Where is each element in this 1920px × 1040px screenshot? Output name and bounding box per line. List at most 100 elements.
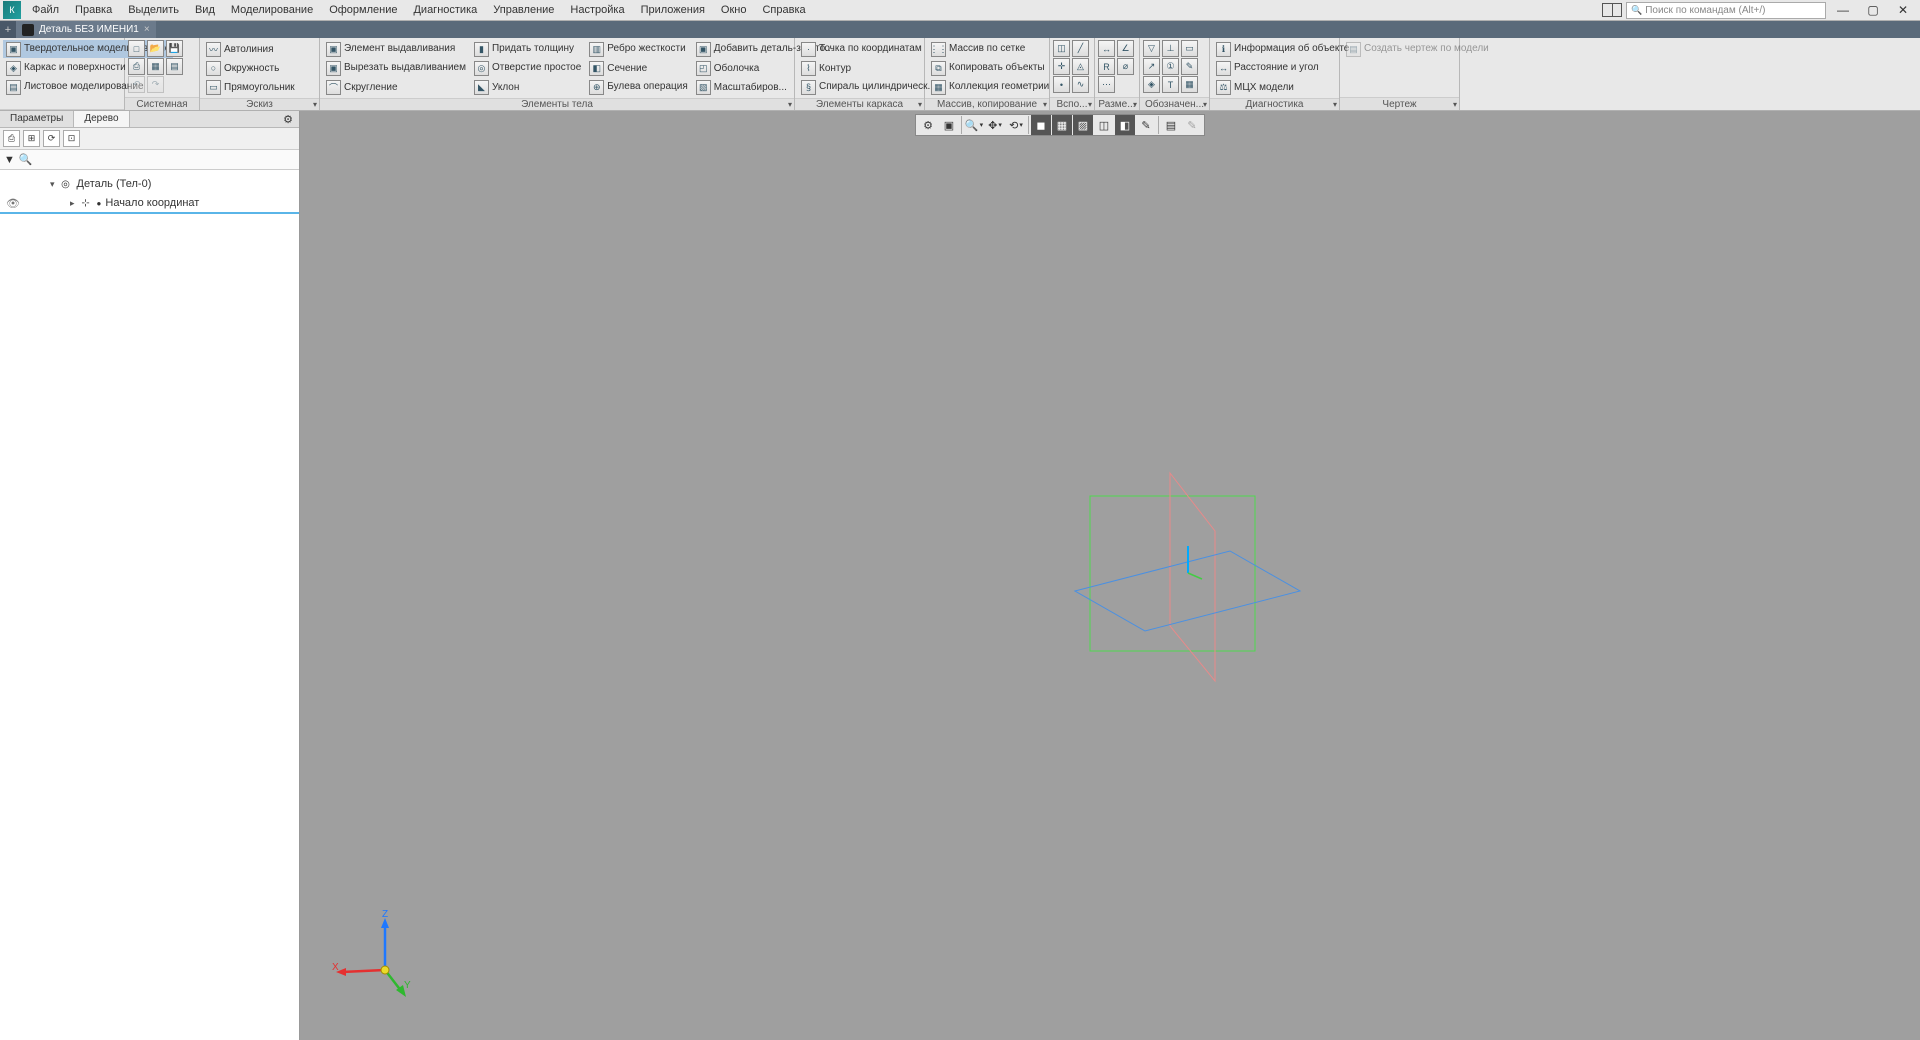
collapse-icon[interactable]: ▾ (50, 179, 55, 190)
expand-icon[interactable]: ▸ (70, 198, 75, 209)
viewport-3d[interactable]: ⚙ ▣ 🔍 ✥ ⟲ ◼ ▦ ▨ ◫ ◧ ✎ ▤ ✎ Z X Y (300, 111, 1920, 1040)
close-button[interactable]: ✕ (1890, 2, 1916, 19)
menu-design[interactable]: Оформление (321, 1, 405, 19)
tree-filter-input[interactable] (37, 153, 295, 167)
tab-close-icon[interactable]: × (144, 24, 150, 35)
cmd-fillet[interactable]: ⌒Скругление (323, 78, 469, 96)
vt-pan-icon[interactable]: ✥ (985, 115, 1005, 135)
vt-shaded-icon[interactable]: ◼ (1031, 115, 1051, 135)
menu-window[interactable]: Окно (713, 1, 755, 19)
properties-icon[interactable]: ▤ (166, 58, 183, 75)
cmd-mass-props[interactable]: ⚖МЦХ модели (1213, 78, 1352, 96)
sym-tol-icon[interactable]: ▭ (1181, 40, 1198, 57)
layout-toggle-icon[interactable] (1602, 3, 1622, 17)
sym-mark-icon[interactable]: ✎ (1181, 58, 1198, 75)
redo-icon[interactable]: ↷ (147, 76, 164, 93)
menu-apps[interactable]: Приложения (633, 1, 713, 19)
cmd-extrude[interactable]: ▣Элемент выдавливания (323, 40, 469, 58)
aux-surf-icon[interactable]: ◬ (1072, 58, 1089, 75)
cmd-rectangle[interactable]: ▭Прямоугольник (203, 78, 298, 96)
vt-settings-icon[interactable]: ⚙ (918, 115, 938, 135)
menu-settings[interactable]: Настройка (562, 1, 632, 19)
vt-section-icon[interactable]: ◧ (1115, 115, 1135, 135)
cmd-hole[interactable]: ◎Отверстие простое (471, 59, 584, 77)
cmd-thicken[interactable]: ▮Придать толщину (471, 40, 584, 58)
search-small-icon[interactable]: 🔍 (19, 153, 33, 166)
info-icon: ℹ (1216, 42, 1231, 57)
cmd-rib[interactable]: ▥Ребро жесткости (586, 40, 690, 58)
aux-point-icon[interactable]: • (1053, 76, 1070, 93)
cmd-draft[interactable]: ◣Уклон (471, 78, 584, 96)
filter-icon[interactable]: ▼ (4, 154, 15, 166)
menu-diagnostics[interactable]: Диагностика (405, 1, 485, 19)
cmd-array-grid[interactable]: ⋮⋮Массив по сетке (928, 40, 1052, 58)
dim-angle-icon[interactable]: ∠ (1117, 40, 1134, 57)
vt-measure-icon[interactable]: ✎ (1182, 115, 1202, 135)
aux-plane-icon[interactable]: ◫ (1053, 40, 1070, 57)
vt-frame-icon[interactable]: ▣ (939, 115, 959, 135)
menu-view[interactable]: Вид (187, 1, 223, 19)
sym-brand-icon[interactable]: ◈ (1143, 76, 1160, 93)
sym-text-icon[interactable]: T (1162, 76, 1179, 93)
sym-base-icon[interactable]: ⊥ (1162, 40, 1179, 57)
dim-chain-icon[interactable]: ⋯ (1098, 76, 1115, 93)
print-icon[interactable]: ⎙ (128, 58, 145, 75)
dim-dia-icon[interactable]: ⌀ (1117, 58, 1134, 75)
tab-parameters[interactable]: Параметры (0, 111, 74, 127)
visibility-icon[interactable]: 👁 (6, 197, 20, 210)
undo-icon[interactable]: ↶ (128, 76, 145, 93)
cmd-geom-collection[interactable]: ▦Коллекция геометрии (928, 78, 1052, 96)
new-file-icon[interactable]: □ (128, 40, 145, 57)
vt-wireframe-icon[interactable]: ▦ (1052, 115, 1072, 135)
tree-root-row[interactable]: ▾ ◎ Деталь (Тел-0) (0, 174, 299, 194)
menu-select[interactable]: Выделить (120, 1, 187, 19)
menu-file[interactable]: Файл (24, 1, 67, 19)
cmd-cut-extrude[interactable]: ▣Вырезать выдавливанием (323, 59, 469, 77)
sym-rough-icon[interactable]: ▽ (1143, 40, 1160, 57)
cmd-distance-angle[interactable]: ↔Расстояние и угол (1213, 59, 1352, 77)
tree-tool-3-icon[interactable]: ⟳ (43, 130, 60, 147)
tab-tree[interactable]: Дерево (74, 111, 129, 127)
tree-tool-4-icon[interactable]: ⊡ (63, 130, 80, 147)
preview-icon[interactable]: ▦ (147, 58, 164, 75)
cmd-copy-objects[interactable]: ⧉Копировать объекты (928, 59, 1052, 77)
cmd-circle[interactable]: ○Окружность (203, 59, 298, 77)
aux-axis-icon[interactable]: ╱ (1072, 40, 1089, 57)
tree-origin-row[interactable]: 👁 ▸ ⊹ ● Начало координат (0, 194, 299, 214)
menu-help[interactable]: Справка (754, 1, 813, 19)
minimize-button[interactable]: — (1830, 2, 1856, 19)
maximize-button[interactable]: ▢ (1860, 2, 1886, 19)
dim-radius-icon[interactable]: R (1098, 58, 1115, 75)
vt-save-view-icon[interactable]: ▤ (1161, 115, 1181, 135)
cmd-create-drawing[interactable]: ▤Создать чертеж по модели (1343, 40, 1492, 58)
save-file-icon[interactable]: 💾 (166, 40, 183, 57)
menu-manage[interactable]: Управление (485, 1, 562, 19)
vt-sketch-toggle-icon[interactable]: ✎ (1136, 115, 1156, 135)
menu-modeling[interactable]: Моделирование (223, 1, 321, 19)
cmd-spiral[interactable]: §Спираль цилиндрическ... (798, 78, 939, 96)
cmd-autoline[interactable]: 〰Автолиния (203, 40, 298, 58)
sym-leader-icon[interactable]: ↗ (1143, 58, 1160, 75)
aux-lcs-icon[interactable]: ✛ (1053, 58, 1070, 75)
sym-table-icon[interactable]: ▦ (1181, 76, 1198, 93)
tree-tool-2-icon[interactable]: ⊞ (23, 130, 40, 147)
tree-tool-1-icon[interactable]: ⎙ (3, 130, 20, 147)
document-tab[interactable]: Деталь БЕЗ ИМЕНИ1 × (16, 21, 156, 38)
new-tab-button[interactable]: + (0, 21, 16, 38)
cmd-contour[interactable]: ⌇Контур (798, 59, 939, 77)
vt-rotate-icon[interactable]: ⟲ (1006, 115, 1026, 135)
sym-pos-icon[interactable]: ① (1162, 58, 1179, 75)
cmd-boolean[interactable]: ⊕Булева операция (586, 78, 690, 96)
aux-curve-icon[interactable]: ∿ (1072, 76, 1089, 93)
vt-perspective-icon[interactable]: ◫ (1094, 115, 1114, 135)
vt-zoom-icon[interactable]: 🔍 (964, 115, 984, 135)
side-settings-icon[interactable]: ⚙ (277, 111, 299, 127)
cmd-section[interactable]: ◧Сечение (586, 59, 690, 77)
vt-hidden-icon[interactable]: ▨ (1073, 115, 1093, 135)
dim-linear-icon[interactable]: ↔ (1098, 40, 1115, 57)
cmd-point-coord[interactable]: ·Точка по координатам (798, 40, 939, 58)
open-file-icon[interactable]: 📂 (147, 40, 164, 57)
command-search[interactable]: Поиск по командам (Alt+/) (1626, 2, 1826, 19)
cmd-info-object[interactable]: ℹИнформация об объекте (1213, 40, 1352, 58)
menu-edit[interactable]: Правка (67, 1, 120, 19)
